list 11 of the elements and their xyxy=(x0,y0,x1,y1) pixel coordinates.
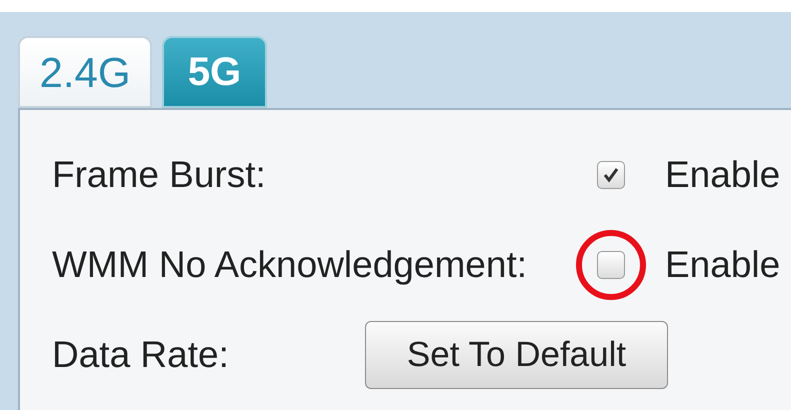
option-label: Enable xyxy=(665,243,780,287)
set-default-button[interactable]: Set To Default xyxy=(365,321,668,389)
field-label: WMM No Acknowledgement: xyxy=(52,243,528,287)
checkmark-icon xyxy=(602,166,620,184)
tab[interactable]: 2.4G xyxy=(18,36,152,108)
tab[interactable]: 5G xyxy=(162,36,267,108)
checkbox[interactable] xyxy=(597,251,625,279)
checkbox[interactable] xyxy=(597,161,625,189)
option-label: Enable xyxy=(665,153,780,197)
field-label: Frame Burst: xyxy=(52,153,267,197)
field-label: Data Rate: xyxy=(52,333,230,377)
